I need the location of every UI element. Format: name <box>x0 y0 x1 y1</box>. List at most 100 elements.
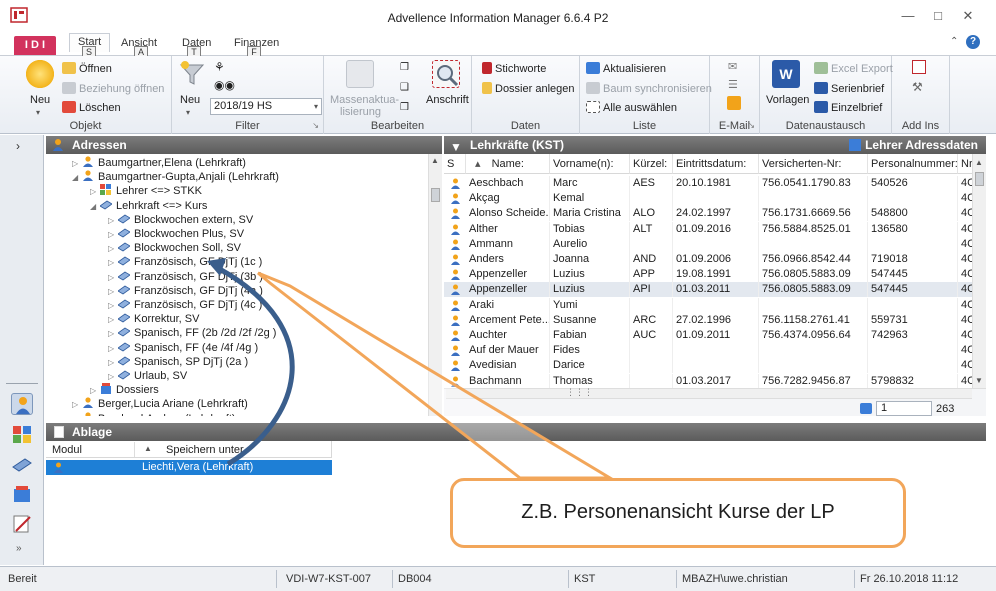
expand-arrow-icon[interactable]: ▷ <box>108 216 118 225</box>
tree-node-dossier[interactable]: ▷ Dossiers <box>90 383 159 397</box>
tree-node-course[interactable]: ▷ Blockwochen Plus, SV <box>108 227 244 241</box>
teacher-address-tab[interactable]: Lehrer Adressdaten <box>849 136 978 154</box>
magnifier-icon[interactable] <box>432 60 460 88</box>
filter-new-icon[interactable] <box>178 60 206 88</box>
table-row[interactable]: Ammann Aurelio 4C <box>444 236 974 252</box>
filter-edit-icon[interactable]: ⚘ <box>214 60 225 74</box>
maximize-icon[interactable]: □ <box>926 6 950 26</box>
help-icon[interactable]: ? <box>966 35 980 49</box>
expand-arrow-icon[interactable]: ▷ <box>108 358 118 367</box>
keywords-button[interactable]: Stichworte <box>482 62 546 75</box>
scroll-up-icon[interactable]: ▲ <box>975 158 983 167</box>
delete-button[interactable]: Löschen <box>62 101 121 114</box>
open-button[interactable]: Öffnen <box>62 62 112 75</box>
new-star-icon[interactable] <box>26 60 54 88</box>
mail-list-icon[interactable]: ☰ <box>728 78 738 91</box>
expand-arrow-icon[interactable]: ▷ <box>90 386 100 395</box>
tree-node-course[interactable]: ▷ Korrektur, SV <box>108 312 199 326</box>
nav-dossiers-icon[interactable] <box>11 483 33 505</box>
tree-node-course[interactable]: ▷ Urlaub, SV <box>108 369 187 383</box>
tree-node-group[interactable]: ▷ Lehrer <=> STKK <box>90 184 202 198</box>
dialog-launcher-icon[interactable]: ↘ <box>312 121 319 130</box>
copy-icon[interactable]: ❐ <box>400 62 409 73</box>
column-header[interactable]: Kürzel: <box>630 154 673 174</box>
page-input[interactable]: 1 <box>876 401 932 416</box>
table-row[interactable]: Appenzeller Luzius API 01.03.2011 756.0805.5… <box>444 282 974 298</box>
grid-scrollbar[interactable]: ▲ ▼ <box>972 154 986 388</box>
create-dossier-button[interactable]: Dossier anlegen <box>482 82 575 95</box>
tree-node-course[interactable]: ▷ Französisch, GF DjTj (4c ) <box>108 298 262 312</box>
column-speichern-unter[interactable]: Speichern unter <box>166 444 244 456</box>
tree-node-course[interactable]: ▷ Spanisch, FF (4e /4f /4g ) <box>108 341 258 355</box>
tree-node-course[interactable]: ▷ Französisch, GF DjTj (4a ) <box>108 284 263 298</box>
tree-scroll-thumb[interactable] <box>431 188 440 202</box>
table-row[interactable]: Akçag Kemal 4C <box>444 191 974 207</box>
table-row[interactable]: Auchter Fabian AUC 01.09.2011 756.4374.0956.… <box>444 328 974 343</box>
table-row[interactable]: Bachmann Thomas 01.03.2017 756.7282.9456.87… <box>444 373 974 388</box>
column-header[interactable]: Personalnummer: <box>868 154 958 174</box>
tree-node-course[interactable]: ▷ Französisch, GF DjTj (1c ) <box>108 255 262 269</box>
excel-export-button[interactable]: Excel Export <box>814 62 893 75</box>
cut-icon[interactable]: ❒ <box>400 102 409 113</box>
tree-scrollbar[interactable]: ▲ <box>428 154 442 416</box>
open-relation-button[interactable]: Beziehung öffnen <box>62 82 164 95</box>
table-row[interactable]: Avedisian Darice 4C <box>444 358 974 374</box>
column-header[interactable]: ▴ Name: <box>466 154 550 174</box>
new-object-button[interactable]: Neu <box>30 94 50 106</box>
tree-node-course[interactable]: ▷ Spanisch, FF (2b /2d /2f /2g ) <box>108 326 276 340</box>
expand-arrow-icon[interactable]: ▷ <box>108 258 118 267</box>
expand-arrow-icon[interactable]: ▷ <box>108 230 118 239</box>
column-header[interactable]: Vorname(n): <box>550 154 630 174</box>
table-row[interactable]: Aeschbach Marc AES 20.10.1981 756.0541.1790.… <box>444 176 974 191</box>
word-icon[interactable]: W <box>772 60 800 88</box>
templates-button[interactable]: Vorlagen <box>766 94 809 106</box>
horizontal-scrollbar[interactable]: ⋮⋮⋮ <box>446 387 972 399</box>
refresh-button[interactable]: Aktualisieren <box>586 62 666 75</box>
tree-node-course[interactable]: ▷ Blockwochen extern, SV <box>108 213 253 227</box>
addin-icon[interactable] <box>912 60 926 74</box>
tree-node-course[interactable]: ▷ Französisch, GF DjTj (3b ) <box>108 270 263 284</box>
expand-arrow-icon[interactable]: ▷ <box>108 301 118 310</box>
expand-arrow-icon[interactable]: ▷ <box>108 287 118 296</box>
table-row[interactable]: Araki Yumi 4C <box>444 297 974 313</box>
expand-arrow-icon[interactable]: ▷ <box>108 329 118 338</box>
mass-update-button[interactable]: Massenaktua- <box>330 94 399 106</box>
tree-node-person[interactable]: ▷ Berger,Lucia Ariane (Lehrkraft) <box>72 397 248 411</box>
collapse-arrow-icon[interactable]: ◢ <box>90 202 100 211</box>
page-navigation-icon[interactable] <box>860 403 872 414</box>
nav-person-icon[interactable] <box>11 393 33 415</box>
expand-arrow-icon[interactable]: ▷ <box>72 400 82 409</box>
expand-arrow-icon[interactable]: ▷ <box>90 187 100 196</box>
expand-nav-icon[interactable]: › <box>16 139 20 153</box>
nav-more-icon[interactable]: » <box>16 543 22 554</box>
expand-arrow-icon[interactable]: ▷ <box>108 372 118 381</box>
collapse-ribbon-icon[interactable]: ⌃ <box>950 36 958 47</box>
expand-arrow-icon[interactable]: ▷ <box>108 273 118 282</box>
binoculars-icon[interactable]: ◉◉ <box>214 78 235 92</box>
tree-node-person[interactable]: ▷ Bernhard,Andrea (Lehrkraft) <box>72 411 236 416</box>
mail-send-icon[interactable] <box>727 96 741 110</box>
mail-icon[interactable]: ✉ <box>728 60 737 73</box>
filter-new-button[interactable]: Neu <box>180 94 200 106</box>
expand-arrow-icon[interactable]: ▷ <box>108 344 118 353</box>
table-row[interactable]: Arcement Pete... Susanne ARC 27.02.1996 756.… <box>444 312 974 328</box>
nav-groups-icon[interactable] <box>11 423 33 445</box>
scroll-up-icon[interactable]: ▲ <box>431 156 439 165</box>
application-menu-button[interactable]: I D I <box>14 36 56 55</box>
select-all-button[interactable]: Alle auswählen <box>586 101 677 114</box>
nav-notes-icon[interactable] <box>11 513 33 535</box>
minimize-icon[interactable]: — <box>896 6 920 26</box>
dialog-launcher-icon[interactable]: ↘ <box>748 121 755 130</box>
expand-arrow-icon[interactable]: ▷ <box>108 315 118 324</box>
tools-icon[interactable]: ⚒ <box>912 80 923 94</box>
close-icon[interactable]: ✕ <box>956 6 980 26</box>
tree-node-person[interactable]: ◢ Baumgartner-Gupta,Anjali (Lehrkraft) <box>72 170 279 184</box>
table-row[interactable]: Anders Joanna AND 01.09.2006 756.0966.8542.4… <box>444 252 974 267</box>
anschrift-button[interactable]: Anschrift <box>426 94 469 106</box>
expand-arrow-icon[interactable]: ▷ <box>72 415 82 416</box>
mass-update-icon[interactable] <box>346 60 374 88</box>
expand-arrow-icon[interactable]: ▷ <box>72 159 82 168</box>
expand-arrow-icon[interactable]: ▷ <box>108 244 118 253</box>
collapse-arrow-icon[interactable]: ◢ <box>72 173 82 182</box>
chevron-down-icon[interactable]: ▾ <box>36 108 40 117</box>
